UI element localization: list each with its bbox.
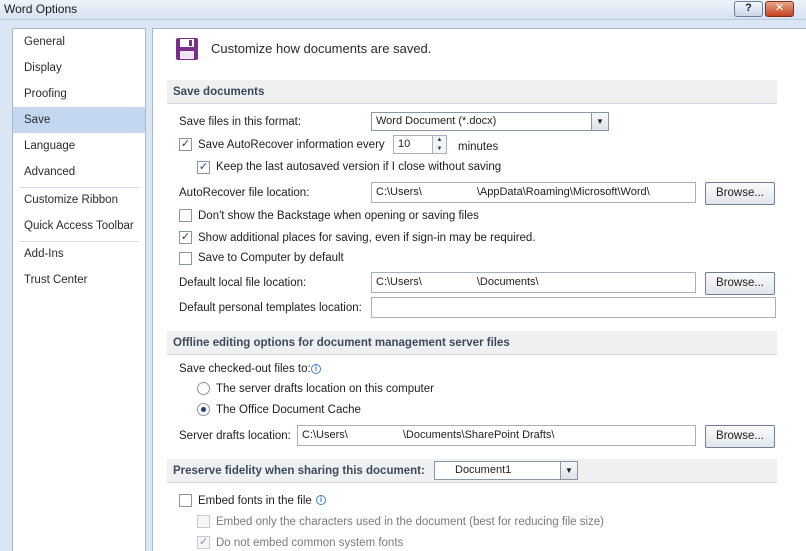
- checked-out-label: Save checked-out files to:: [179, 363, 311, 375]
- backstage-label: Don't show the Backstage when opening or…: [198, 210, 479, 222]
- window-title: Word Options: [4, 2, 78, 16]
- save-format-select[interactable]: Word Document (*.docx) ▼: [371, 112, 609, 131]
- additional-places-checkbox[interactable]: ✓: [179, 231, 192, 244]
- office-cache-radio[interactable]: [197, 403, 210, 416]
- fidelity-document-select[interactable]: Document1 ▼: [434, 461, 578, 480]
- info-icon: i: [316, 495, 326, 505]
- save-to-computer-checkbox[interactable]: [179, 252, 192, 265]
- title-bar: Word Options ? ✕: [0, 0, 806, 20]
- close-button[interactable]: ✕: [765, 1, 794, 17]
- additional-places-label: Show additional places for saving, even …: [198, 232, 536, 244]
- spin-down-icon[interactable]: ▼: [433, 145, 446, 154]
- spin-up-icon[interactable]: ▲: [433, 136, 446, 145]
- radio-selected-dot: [201, 407, 206, 412]
- default-local-label: Default local file location:: [179, 277, 307, 289]
- nav-item-quick-access-toolbar[interactable]: Quick Access Toolbar: [13, 213, 145, 239]
- autorecover-location-input[interactable]: C:\Users\ \AppData\Roaming\Microsoft\Wor…: [371, 182, 696, 203]
- no-common-fonts-checkbox[interactable]: ✓: [197, 536, 210, 549]
- server-drafts-option-label: The server drafts location on this compu…: [216, 383, 434, 395]
- autorecover-location-label: AutoRecover file location:: [179, 187, 310, 199]
- options-nav: General Display Proofing Save Language A…: [12, 28, 146, 551]
- no-common-fonts-label: Do not embed common system fonts: [216, 537, 404, 549]
- office-cache-option-label: The Office Document Cache: [216, 404, 361, 416]
- keep-last-checkbox[interactable]: ✓: [197, 161, 210, 174]
- default-templates-label: Default personal templates location:: [179, 302, 362, 314]
- autorecover-label: Save AutoRecover information every: [198, 139, 385, 151]
- minutes-label: minutes: [458, 141, 499, 153]
- save-floppy-icon: [176, 38, 198, 60]
- section-save-documents: Save documents: [167, 80, 777, 104]
- server-drafts-browse-button[interactable]: Browse...: [705, 425, 775, 448]
- nav-item-general[interactable]: General: [13, 29, 145, 55]
- save-options-panel: Customize how documents are saved. Save …: [152, 28, 806, 551]
- nav-item-proofing[interactable]: Proofing: [13, 81, 145, 107]
- backstage-checkbox[interactable]: [179, 209, 192, 222]
- nav-item-display[interactable]: Display: [13, 55, 145, 81]
- embed-only-checkbox[interactable]: [197, 515, 210, 528]
- autorecover-checkbox[interactable]: ✓: [179, 138, 192, 151]
- default-local-browse-button[interactable]: Browse...: [705, 272, 775, 295]
- format-label: Save files in this format:: [179, 116, 302, 128]
- nav-item-language[interactable]: Language: [13, 133, 145, 159]
- section-offline-editing: Offline editing options for document man…: [167, 331, 777, 355]
- help-button[interactable]: ?: [734, 1, 763, 17]
- nav-item-save[interactable]: Save: [13, 107, 145, 133]
- embed-fonts-checkbox[interactable]: [179, 494, 192, 507]
- chevron-down-icon: ▼: [591, 113, 608, 130]
- page-heading: Customize how documents are saved.: [211, 41, 432, 56]
- info-icon: i: [311, 364, 321, 374]
- server-drafts-location-label: Server drafts location:: [179, 430, 291, 442]
- chevron-down-icon: ▼: [560, 462, 577, 479]
- word-options-dialog: Word Options ? ✕ General Display Proofin…: [0, 0, 806, 551]
- keep-last-label: Keep the last autosaved version if I clo…: [216, 161, 502, 173]
- server-drafts-radio[interactable]: [197, 382, 210, 395]
- autorecover-browse-button[interactable]: Browse...: [705, 182, 775, 205]
- default-local-input[interactable]: C:\Users\ \Documents\: [371, 272, 696, 293]
- fidelity-document-value: Document1: [455, 464, 512, 476]
- save-format-value: Word Document (*.docx): [376, 115, 497, 127]
- nav-item-add-ins[interactable]: Add-Ins: [13, 241, 145, 267]
- save-to-computer-label: Save to Computer by default: [198, 252, 344, 264]
- embed-only-label: Embed only the characters used in the do…: [216, 516, 605, 528]
- autorecover-minutes-input[interactable]: 10: [393, 135, 433, 154]
- nav-item-customize-ribbon[interactable]: Customize Ribbon: [13, 187, 145, 213]
- nav-item-trust-center[interactable]: Trust Center: [13, 267, 145, 293]
- embed-fonts-label: Embed fonts in the file: [198, 495, 312, 507]
- server-drafts-location-input[interactable]: C:\Users\ \Documents\SharePoint Drafts\: [297, 425, 696, 446]
- minutes-spinner[interactable]: ▲ ▼: [433, 135, 447, 154]
- default-templates-input[interactable]: [371, 297, 776, 318]
- nav-item-advanced[interactable]: Advanced: [13, 159, 145, 185]
